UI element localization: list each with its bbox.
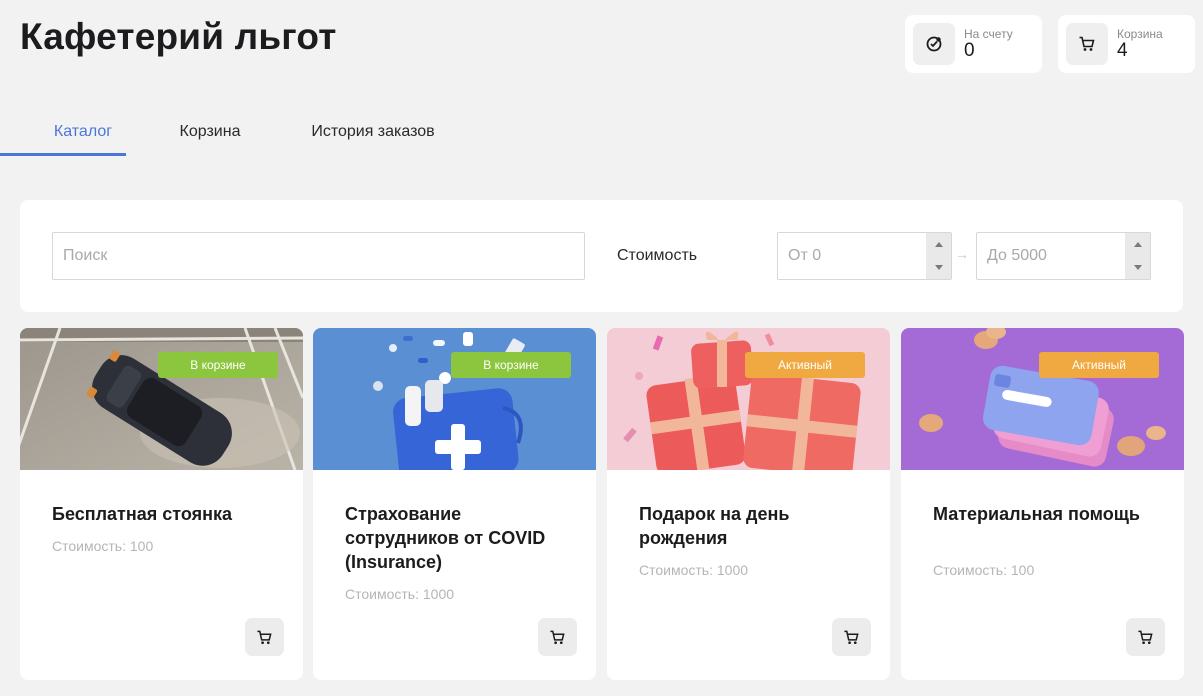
price-to-decrement[interactable]: [1125, 256, 1150, 279]
balance-widget: На счету 0: [905, 15, 1042, 73]
price-from-field: [777, 232, 952, 280]
price-from-input[interactable]: [778, 233, 926, 279]
caret-up-icon: [934, 242, 943, 247]
price-to-increment[interactable]: [1125, 233, 1150, 256]
caret-up-icon: [1133, 242, 1142, 247]
card-title: Страхование сотрудников от COVID (Insura…: [345, 504, 546, 572]
caret-down-icon: [934, 265, 943, 270]
active-tab-indicator: [0, 153, 126, 156]
card-price: Стоимость: 1000: [639, 562, 749, 578]
card-price: Стоимость: 1000: [345, 586, 455, 602]
card-coins-image: [901, 328, 1184, 470]
cart-icon: [1066, 23, 1108, 65]
tab-cart[interactable]: Корзина: [146, 104, 274, 160]
cart-icon: [1138, 630, 1153, 644]
status-badge: В корзине: [451, 352, 571, 378]
price-from-spinner: [926, 233, 951, 279]
price-filter-label: Стоимость: [617, 247, 698, 264]
cart-summary-label: Корзина: [1117, 27, 1163, 41]
status-badge: В корзине: [158, 352, 278, 378]
tab-bar: Каталог Корзина История заказов: [20, 104, 480, 160]
parking-car-image: [20, 328, 303, 470]
benefit-card-parking[interactable]: В корзине Бесплатная стоянка Стоимость: …: [20, 328, 303, 680]
card-title: Материальная помощь: [933, 504, 1140, 524]
status-badge: Активный: [1039, 352, 1159, 378]
benefit-card-insurance[interactable]: В корзине Страхование сотрудников от COV…: [313, 328, 596, 680]
balance-label: На счету: [964, 27, 1013, 41]
price-to-spinner: [1125, 233, 1150, 279]
search-input[interactable]: [52, 232, 585, 280]
cart-icon: [550, 630, 565, 644]
add-to-cart-button[interactable]: [245, 618, 284, 656]
cart-summary-widget[interactable]: Корзина 4: [1058, 15, 1195, 73]
gift-boxes-image: [607, 328, 890, 470]
medical-kit-image: [313, 328, 596, 470]
add-to-cart-button[interactable]: [1126, 618, 1165, 656]
card-price: Стоимость: 100: [933, 562, 1035, 578]
page-title: Кафетерий льгот: [20, 16, 337, 57]
add-to-cart-button[interactable]: [832, 618, 871, 656]
status-badge: Активный: [745, 352, 865, 378]
price-to-input[interactable]: [977, 233, 1125, 279]
card-title: Подарок на день рождения: [639, 504, 790, 548]
tab-order-history[interactable]: История заказов: [288, 104, 458, 160]
add-to-cart-button[interactable]: [538, 618, 577, 656]
benefit-card-financial-aid[interactable]: Активный Материальная помощь Стоимость: …: [901, 328, 1184, 680]
cart-icon: [257, 630, 272, 644]
card-title: Бесплатная стоянка: [52, 504, 232, 524]
card-price: Стоимость: 100: [52, 538, 154, 554]
wallet-badge-icon: [913, 23, 955, 65]
benefit-card-birthday-gift[interactable]: Активный Подарок на день рождения Стоимо…: [607, 328, 890, 680]
range-arrow-icon: →: [955, 246, 969, 262]
price-from-decrement[interactable]: [926, 256, 951, 279]
filter-panel: Стоимость →: [20, 200, 1183, 312]
cart-summary-count: 4: [1117, 40, 1128, 61]
cart-icon: [844, 630, 859, 644]
tab-catalog[interactable]: Каталог: [20, 104, 146, 160]
caret-down-icon: [1133, 265, 1142, 270]
price-to-field: [976, 232, 1151, 280]
balance-value: 0: [964, 40, 975, 61]
price-from-increment[interactable]: [926, 233, 951, 256]
